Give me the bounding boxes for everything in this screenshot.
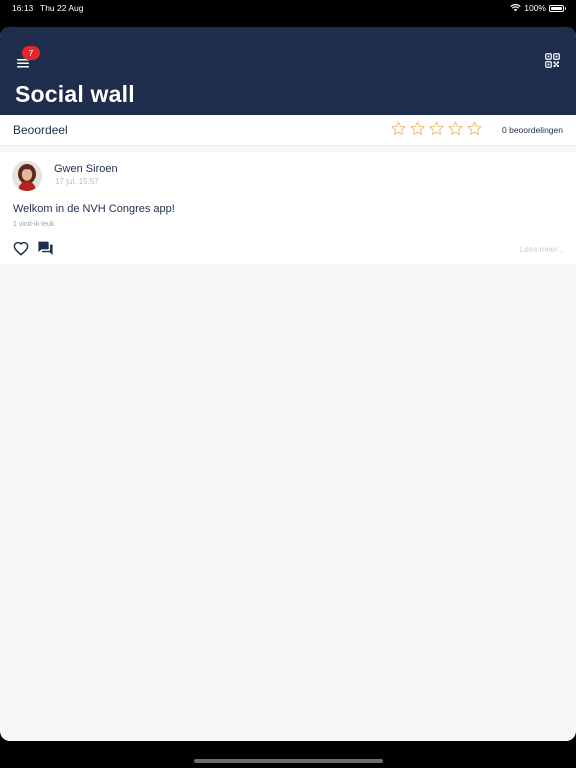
likes-count[interactable]: 1 vind-ik-leuk bbox=[13, 221, 54, 228]
status-bar: 16:13 Thu 22 Aug 100% bbox=[0, 0, 576, 18]
post-timestamp: 17 jul. 15:57 bbox=[55, 177, 99, 186]
post-card: Gwen Siroen 17 jul. 15:57 Welkom in de N… bbox=[0, 152, 576, 264]
post-author[interactable]: Gwen Siroen bbox=[54, 163, 118, 175]
battery-percentage: 100% bbox=[524, 3, 546, 13]
like-button[interactable] bbox=[13, 241, 29, 256]
status-date: Thu 22 Aug bbox=[40, 3, 84, 13]
status-right: 100% bbox=[510, 3, 566, 13]
star-icon[interactable] bbox=[447, 120, 464, 137]
rating-label: Beoordeel bbox=[13, 123, 68, 137]
home-indicator[interactable] bbox=[194, 759, 383, 763]
wifi-icon bbox=[510, 4, 521, 12]
star-icon[interactable] bbox=[390, 120, 407, 137]
post-text: Welkom in de NVH Congres app! bbox=[13, 203, 175, 215]
page-title: Social wall bbox=[15, 81, 135, 107]
rating-count: 0 beoordelingen bbox=[502, 125, 563, 135]
heart-icon bbox=[13, 241, 29, 256]
star-icon[interactable] bbox=[428, 120, 445, 137]
avatar-image bbox=[12, 161, 42, 191]
rating-bar: Beoordeel 0 beoordelingen bbox=[0, 115, 576, 146]
comment-icon bbox=[38, 241, 53, 256]
qr-code-icon bbox=[545, 53, 560, 68]
star-icon[interactable] bbox=[466, 120, 483, 137]
status-time: 16:13 bbox=[12, 3, 34, 13]
header: 7 Social wall bbox=[0, 27, 576, 115]
comment-button[interactable] bbox=[37, 240, 54, 256]
notification-badge: 7 bbox=[22, 46, 40, 60]
battery-icon bbox=[549, 4, 566, 12]
avatar[interactable] bbox=[12, 161, 42, 191]
star-icon[interactable] bbox=[409, 120, 426, 137]
read-more-link[interactable]: Lees meer... bbox=[520, 245, 564, 254]
qr-scan-button[interactable] bbox=[545, 53, 560, 68]
app-screen: 16:13 Thu 22 Aug 100% 7 Social wall Beoo… bbox=[0, 0, 576, 768]
star-rating bbox=[390, 120, 483, 137]
app-sheet: 7 Social wall Beoordeel 0 beoordelingen bbox=[0, 27, 576, 741]
